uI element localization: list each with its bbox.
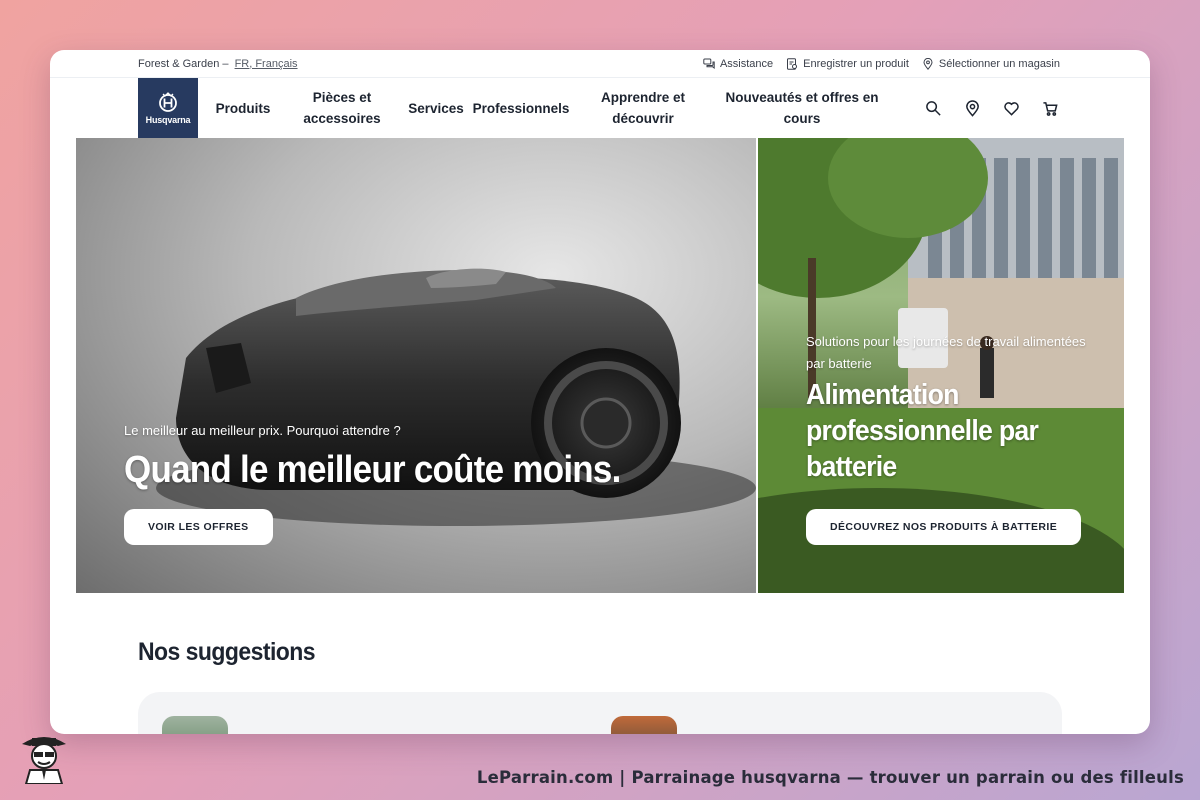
utility-bar: Forest & Garden – FR, Français Assistanc… — [50, 50, 1150, 78]
assistance-label: Assistance — [719, 57, 774, 70]
register-product-link[interactable]: Enregistrer un produit — [786, 58, 909, 70]
crown-h-logo-icon — [159, 92, 177, 112]
chat-icon — [703, 58, 715, 69]
register-product-label: Enregistrer un produit — [803, 57, 909, 70]
nav-services[interactable]: Services — [396, 78, 476, 138]
hero-battery-content: Solutions pour les journées de travail a… — [806, 331, 1106, 485]
hero-battery-title: Alimentation professionnelle par batteri… — [806, 379, 1039, 483]
husqvarna-logo[interactable]: Husqvarna — [138, 78, 198, 138]
wishlist-button[interactable] — [1002, 99, 1021, 118]
suggestions-carousel — [138, 692, 1062, 734]
watermark-caption: LeParrain.com | Parrainage husqvarna — t… — [476, 768, 1184, 787]
language-selector[interactable]: FR, Français — [235, 58, 298, 70]
nav-pieces-accessoires[interactable]: Pièces et accessoires — [288, 78, 396, 138]
hero-offers-panel[interactable]: Le meilleur au meilleur prix. Pourquoi a… — [76, 138, 756, 593]
hero-offers-content: Le meilleur au meilleur prix. Pourquoi a… — [124, 420, 664, 492]
nav-icons — [924, 78, 1060, 138]
nav-apprendre-decouvrir[interactable]: Apprendre et découvrir — [566, 78, 720, 138]
nav-professionnels[interactable]: Professionnels — [473, 78, 570, 138]
battery-products-button[interactable]: DÉCOUVREZ NOS PRODUITS À BATTERIE — [806, 509, 1082, 545]
location-pin-icon — [966, 99, 979, 117]
select-store-label: Sélectionner un magasin — [938, 57, 1060, 70]
hero-battery-panel[interactable]: Solutions pour les journées de travail a… — [758, 138, 1124, 593]
leparrain-mascot-icon — [22, 737, 66, 784]
location-pin-icon — [923, 57, 933, 70]
utility-links: Assistance Enregistrer un produit Sélect… — [703, 57, 1060, 70]
browser-window: Forest & Garden – FR, Français Assistanc… — [50, 50, 1150, 734]
suggestion-card-thumbnail[interactable] — [162, 716, 228, 734]
cart-button[interactable] — [1041, 99, 1060, 118]
search-icon — [926, 100, 941, 116]
assistance-link[interactable]: Assistance — [703, 58, 773, 70]
nav-nouveautes-offres[interactable]: Nouveautés et offres en cours — [720, 78, 884, 138]
register-icon — [787, 57, 798, 70]
suggestions-heading: Nos suggestions — [138, 638, 316, 666]
hero-offers-eyebrow: Le meilleur au meilleur prix. Pourquoi a… — [124, 423, 401, 438]
view-offers-button[interactable]: VOIR LES OFFRES — [124, 509, 273, 545]
store-locator-button[interactable] — [963, 99, 982, 118]
hero-offers-title: Quand le meilleur coûte moins. — [124, 449, 621, 491]
brand-label: Forest & Garden – — [138, 57, 229, 70]
primary-nav: Produits Pièces et accessoires Services … — [198, 78, 884, 138]
hero-banner: Le meilleur au meilleur prix. Pourquoi a… — [76, 138, 1124, 593]
cart-icon — [1043, 101, 1058, 116]
main-nav: Husqvarna Produits Pièces et accessoires… — [50, 78, 1150, 138]
search-button[interactable] — [924, 99, 943, 118]
select-store-link[interactable]: Sélectionner un magasin — [922, 57, 1060, 70]
heart-icon — [1004, 101, 1019, 116]
utility-left: Forest & Garden – FR, Français — [138, 58, 301, 70]
nav-produits[interactable]: Produits — [198, 78, 288, 138]
hero-battery-eyebrow: Solutions pour les journées de travail a… — [806, 334, 1086, 371]
suggestion-card-thumbnail[interactable] — [611, 716, 677, 734]
logo-wordmark: Husqvarna — [145, 115, 191, 125]
